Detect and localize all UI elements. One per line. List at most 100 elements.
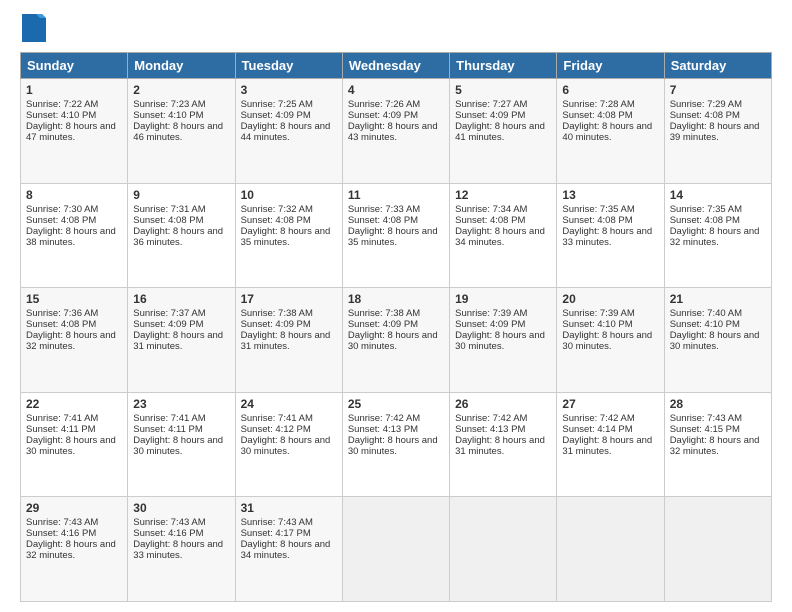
day-number: 27: [562, 397, 658, 411]
daylight-text: Daylight: 8 hours and 30 minutes.: [241, 435, 331, 457]
sunrise-text: Sunrise: 7:40 AM: [670, 308, 742, 319]
day-number: 28: [670, 397, 766, 411]
daylight-text: Daylight: 8 hours and 33 minutes.: [562, 226, 652, 248]
week-row-3: 15Sunrise: 7:36 AMSunset: 4:08 PMDayligh…: [21, 288, 772, 393]
daylight-text: Daylight: 8 hours and 31 minutes.: [562, 435, 652, 457]
calendar-cell: 8Sunrise: 7:30 AMSunset: 4:08 PMDaylight…: [21, 183, 128, 288]
day-number: 4: [348, 83, 444, 97]
day-number: 2: [133, 83, 229, 97]
calendar-cell: 30Sunrise: 7:43 AMSunset: 4:16 PMDayligh…: [128, 497, 235, 602]
sunrise-text: Sunrise: 7:43 AM: [133, 517, 205, 528]
sunrise-text: Sunrise: 7:35 AM: [562, 204, 634, 215]
sunrise-text: Sunrise: 7:22 AM: [26, 99, 98, 110]
daylight-text: Daylight: 8 hours and 31 minutes.: [455, 435, 545, 457]
week-row-4: 22Sunrise: 7:41 AMSunset: 4:11 PMDayligh…: [21, 392, 772, 497]
day-number: 10: [241, 188, 337, 202]
daylight-text: Daylight: 8 hours and 34 minutes.: [241, 539, 331, 561]
daylight-text: Daylight: 8 hours and 38 minutes.: [26, 226, 116, 248]
daylight-text: Daylight: 8 hours and 30 minutes.: [348, 330, 438, 352]
calendar-cell: 24Sunrise: 7:41 AMSunset: 4:12 PMDayligh…: [235, 392, 342, 497]
calendar-cell: 4 Sunrise: 7:26 AMSunset: 4:09 PMDaylight…: [342, 79, 449, 184]
sunrise-text: Sunrise: 7:31 AM: [133, 204, 205, 215]
calendar-cell: 18Sunrise: 7:38 AMSunset: 4:09 PMDayligh…: [342, 288, 449, 393]
calendar-cell: 16Sunrise: 7:37 AMSunset: 4:09 PMDayligh…: [128, 288, 235, 393]
day-number: 14: [670, 188, 766, 202]
sunset-text: Sunset: 4:08 PM: [562, 215, 632, 226]
calendar-cell: 2Sunrise: 7:23 AMSunset: 4:10 PMDaylight…: [128, 79, 235, 184]
daylight-text: Daylight: 8 hours and 30 minutes.: [455, 330, 545, 352]
daylight-text: Daylight: 8 hours and 30 minutes.: [26, 435, 116, 457]
daylight-text: Daylight: 8 hours and 30 minutes.: [670, 330, 760, 352]
calendar-cell: [557, 497, 664, 602]
weekday-header-sunday: Sunday: [21, 53, 128, 79]
day-number: 11: [348, 188, 444, 202]
sunrise-text: Sunrise: 7:28 AM: [562, 99, 634, 110]
sunset-text: Sunset: 4:11 PM: [26, 424, 96, 435]
daylight-text: Daylight: 8 hours and 32 minutes.: [670, 226, 760, 248]
sunset-text: Sunset: 4:08 PM: [562, 110, 632, 121]
calendar-cell: 12Sunrise: 7:34 AMSunset: 4:08 PMDayligh…: [450, 183, 557, 288]
day-number: 8: [26, 188, 122, 202]
sunset-text: Sunset: 4:17 PM: [241, 528, 311, 539]
sunrise-text: Sunrise: 7:26 AM: [348, 99, 420, 110]
sunrise-text: Sunrise: 7:42 AM: [562, 413, 634, 424]
weekday-header-thursday: Thursday: [450, 53, 557, 79]
weekday-header-wednesday: Wednesday: [342, 53, 449, 79]
sunset-text: Sunset: 4:08 PM: [670, 110, 740, 121]
calendar-cell: 9Sunrise: 7:31 AMSunset: 4:08 PMDaylight…: [128, 183, 235, 288]
sunset-text: Sunset: 4:09 PM: [133, 319, 203, 330]
page: SundayMondayTuesdayWednesdayThursdayFrid…: [0, 0, 792, 612]
day-number: 31: [241, 501, 337, 515]
sunset-text: Sunset: 4:08 PM: [348, 215, 418, 226]
daylight-text: Daylight: 8 hours and 41 minutes.: [455, 121, 545, 143]
day-number: 24: [241, 397, 337, 411]
calendar-cell: 11Sunrise: 7:33 AMSunset: 4:08 PMDayligh…: [342, 183, 449, 288]
day-number: 30: [133, 501, 229, 515]
daylight-text: Daylight: 8 hours and 35 minutes.: [241, 226, 331, 248]
calendar-cell: 17Sunrise: 7:38 AMSunset: 4:09 PMDayligh…: [235, 288, 342, 393]
sunset-text: Sunset: 4:08 PM: [455, 215, 525, 226]
logo: [20, 16, 46, 42]
calendar-cell: 26Sunrise: 7:42 AMSunset: 4:13 PMDayligh…: [450, 392, 557, 497]
calendar-cell: [342, 497, 449, 602]
day-number: 1: [26, 83, 122, 97]
calendar-cell: 14Sunrise: 7:35 AMSunset: 4:08 PMDayligh…: [664, 183, 771, 288]
daylight-text: Daylight: 8 hours and 43 minutes.: [348, 121, 438, 143]
daylight-text: Daylight: 8 hours and 30 minutes.: [562, 330, 652, 352]
calendar-cell: 27Sunrise: 7:42 AMSunset: 4:14 PMDayligh…: [557, 392, 664, 497]
weekday-header-row: SundayMondayTuesdayWednesdayThursdayFrid…: [21, 53, 772, 79]
day-number: 3: [241, 83, 337, 97]
sunset-text: Sunset: 4:16 PM: [26, 528, 96, 539]
calendar-cell: 29Sunrise: 7:43 AMSunset: 4:16 PMDayligh…: [21, 497, 128, 602]
sunrise-text: Sunrise: 7:29 AM: [670, 99, 742, 110]
daylight-text: Daylight: 8 hours and 40 minutes.: [562, 121, 652, 143]
sunset-text: Sunset: 4:09 PM: [348, 110, 418, 121]
calendar-cell: 10Sunrise: 7:32 AMSunset: 4:08 PMDayligh…: [235, 183, 342, 288]
sunrise-text: Sunrise: 7:30 AM: [26, 204, 98, 215]
sunset-text: Sunset: 4:09 PM: [241, 319, 311, 330]
calendar-cell: 31Sunrise: 7:43 AMSunset: 4:17 PMDayligh…: [235, 497, 342, 602]
sunset-text: Sunset: 4:08 PM: [26, 319, 96, 330]
sunrise-text: Sunrise: 7:37 AM: [133, 308, 205, 319]
sunrise-text: Sunrise: 7:23 AM: [133, 99, 205, 110]
daylight-text: Daylight: 8 hours and 46 minutes.: [133, 121, 223, 143]
header: [20, 16, 772, 42]
sunrise-text: Sunrise: 7:41 AM: [241, 413, 313, 424]
calendar-cell: 20Sunrise: 7:39 AMSunset: 4:10 PMDayligh…: [557, 288, 664, 393]
calendar-cell: 19Sunrise: 7:39 AMSunset: 4:09 PMDayligh…: [450, 288, 557, 393]
sunset-text: Sunset: 4:10 PM: [670, 319, 740, 330]
day-number: 15: [26, 292, 122, 306]
sunrise-text: Sunrise: 7:38 AM: [348, 308, 420, 319]
logo-icon: [22, 14, 46, 42]
weekday-header-monday: Monday: [128, 53, 235, 79]
sunset-text: Sunset: 4:09 PM: [455, 110, 525, 121]
calendar-cell: 13Sunrise: 7:35 AMSunset: 4:08 PMDayligh…: [557, 183, 664, 288]
sunrise-text: Sunrise: 7:43 AM: [670, 413, 742, 424]
sunrise-text: Sunrise: 7:38 AM: [241, 308, 313, 319]
weekday-header-friday: Friday: [557, 53, 664, 79]
day-number: 23: [133, 397, 229, 411]
sunset-text: Sunset: 4:11 PM: [133, 424, 203, 435]
week-row-5: 29Sunrise: 7:43 AMSunset: 4:16 PMDayligh…: [21, 497, 772, 602]
calendar-cell: 28Sunrise: 7:43 AMSunset: 4:15 PMDayligh…: [664, 392, 771, 497]
calendar-cell: 1Sunrise: 7:22 AMSunset: 4:10 PMDaylight…: [21, 79, 128, 184]
